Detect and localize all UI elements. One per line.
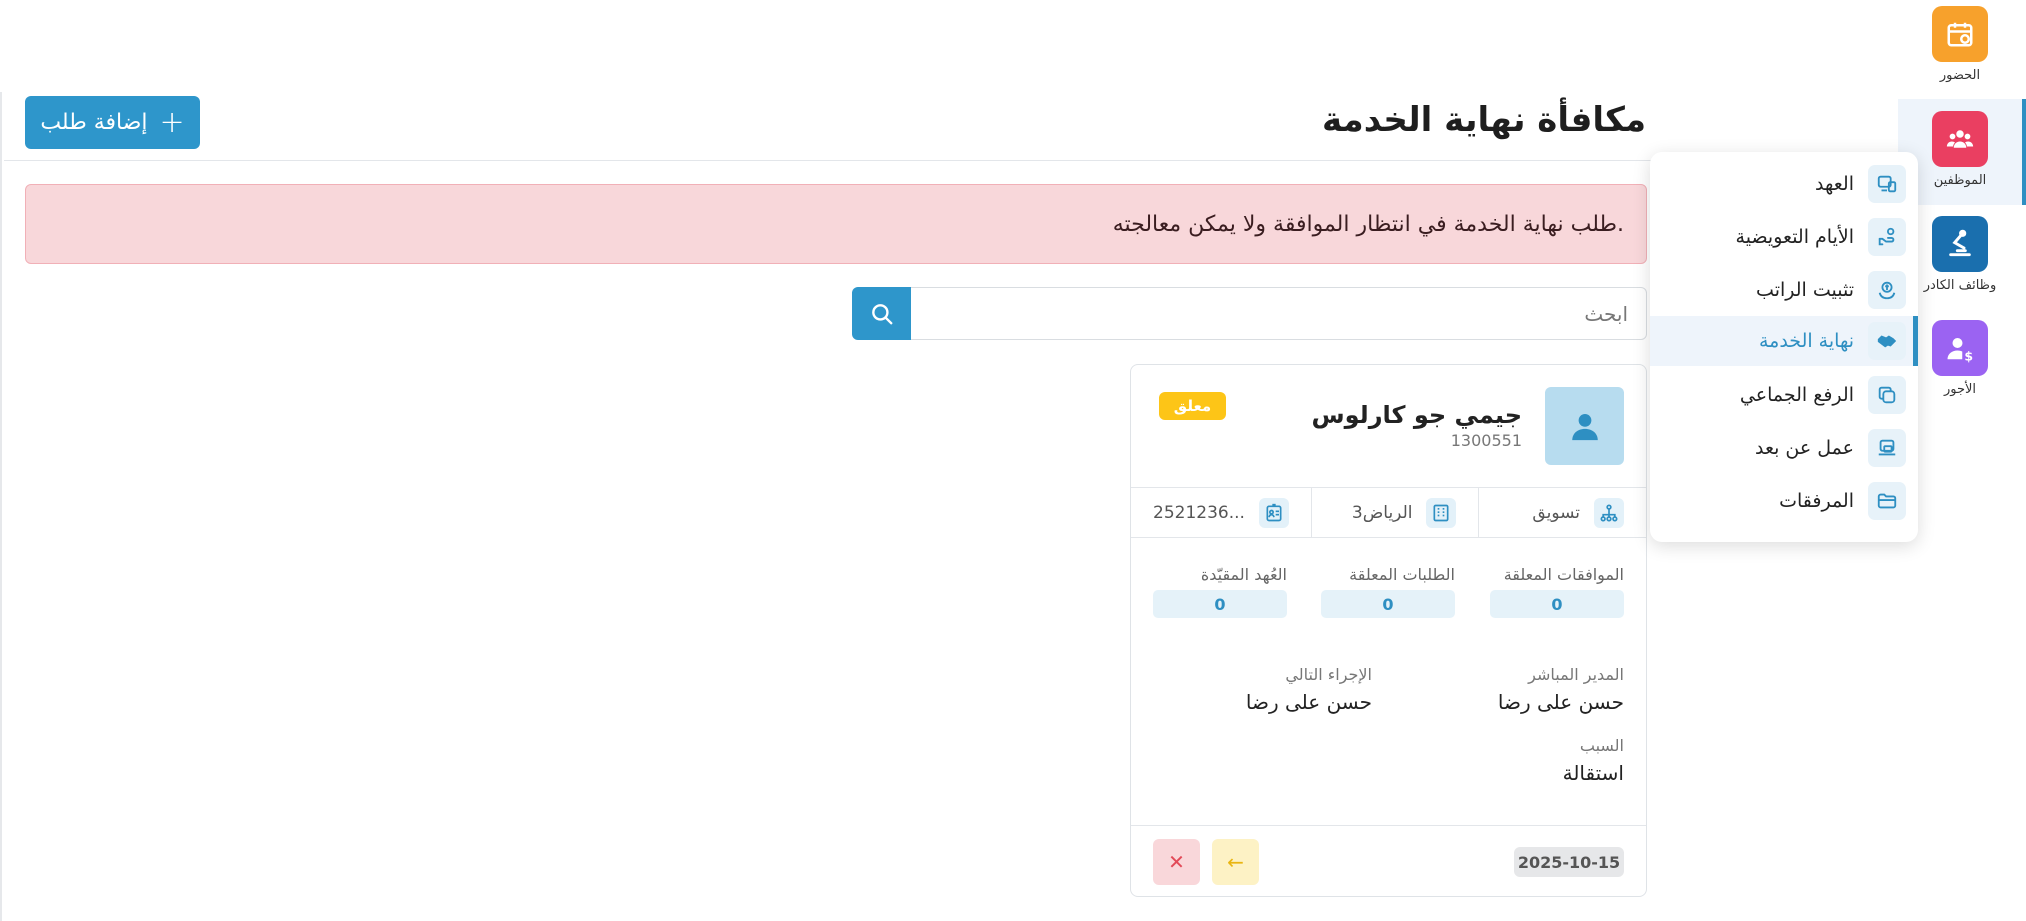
field-reason: السبب استقالة [1563, 736, 1624, 785]
stat-value: 0 [1490, 590, 1624, 618]
search-icon [871, 303, 892, 324]
add-request-button[interactable]: إضافة طلب + [25, 96, 200, 149]
pending-alert: طلب نهاية الخدمة في انتظار الموافقة ولا … [25, 184, 1647, 264]
header-divider [4, 160, 1668, 161]
submenu-label: عمل عن بعد [1754, 437, 1854, 459]
id-number-value: 2521236... [1153, 502, 1245, 523]
svg-text:$: $ [1964, 349, 1973, 364]
employee-name: جيمي جو كارلوس [1311, 401, 1522, 429]
submenu-label: العهد [1815, 173, 1854, 195]
laptop-icon [1868, 429, 1906, 467]
rail-active-indicator [2022, 99, 2026, 205]
id-card-icon [1258, 497, 1289, 528]
custody-icon [1868, 165, 1906, 203]
add-request-label: إضافة طلب [40, 110, 148, 135]
stat-label: الطلبات المعلقة [1349, 565, 1455, 584]
employee-card: جيمي جو كارلوس 1300551 معلق تسويق الرياض… [1130, 364, 1647, 897]
info-id-number: 2521236... [1131, 488, 1311, 537]
field-next-action: الإجراء التالي حسن على رضا [1246, 665, 1372, 714]
submenu-item-end-of-service[interactable]: نهاية الخدمة [1650, 316, 1918, 366]
stat-value: 0 [1153, 590, 1287, 618]
plus-icon: + [159, 104, 185, 140]
info-row: تسويق الرياض3 2521236... [1131, 487, 1646, 538]
submenu-item-salary-fixing[interactable]: تثبيت الراتب [1650, 265, 1918, 315]
date-badge: 2025-10-15 [1514, 847, 1624, 877]
calendar-icon [1932, 6, 1988, 62]
avatar [1545, 387, 1624, 465]
submenu-active-indicator [1913, 316, 1918, 366]
page-title: مكافأة نهاية الخدمة [1322, 100, 1646, 140]
field-value: استقالة [1562, 761, 1624, 785]
employee-id: 1300551 [1450, 431, 1522, 450]
rail-label: الحضور [1939, 68, 1981, 83]
employees-submenu: العهد الأيام التعويضية تثبيت الراتب نهاي… [1650, 152, 1918, 542]
field-label: السبب [1579, 736, 1624, 755]
copy-icon [1868, 376, 1906, 414]
rail-item-attendance[interactable]: الحضور [1898, 6, 2022, 83]
submenu-label: المرفقات [1779, 490, 1854, 512]
user-icon [1571, 413, 1598, 441]
field-label: الإجراء التالي [1285, 665, 1372, 684]
info-location: الرياض3 [1310, 488, 1479, 537]
submenu-label: تثبيت الراتب [1756, 279, 1854, 301]
user-dollar-icon: $ [1932, 320, 1988, 376]
submenu-item-compensatory-days[interactable]: الأيام التعويضية [1650, 212, 1918, 262]
stat-label: الموافقات المعلقة [1503, 565, 1624, 584]
submenu-item-custody[interactable]: العهد [1650, 159, 1918, 209]
users-icon [1932, 111, 1988, 167]
search-input[interactable] [910, 287, 1647, 340]
submenu-item-bulk-upload[interactable]: الرفع الجماعي [1650, 370, 1918, 420]
forward-button[interactable]: ← [1212, 839, 1259, 885]
robot-arm-icon [1932, 216, 1988, 272]
org-chart-icon [1594, 497, 1624, 528]
stat-value: 0 [1321, 590, 1455, 618]
stat-bound-custody: العُهد المقيّدة 0 [1153, 561, 1287, 618]
location-value: الرياض3 [1351, 502, 1413, 523]
status-badge: معلق [1159, 392, 1226, 420]
field-value: حسن على رضا [1245, 690, 1372, 714]
department-value: تسويق [1532, 502, 1580, 523]
close-icon: ✕ [1168, 850, 1185, 874]
submenu-label: الأيام التعويضية [1735, 226, 1854, 248]
search-button[interactable] [852, 287, 911, 340]
reject-button[interactable]: ✕ [1153, 839, 1200, 885]
handshake-icon [1868, 322, 1906, 360]
card-divider [1131, 825, 1646, 826]
field-label: المدير المباشر [1528, 665, 1624, 684]
stat-label: العُهد المقيّدة [1200, 565, 1287, 584]
building-icon [1426, 497, 1457, 528]
rail-label: الموظفين [1933, 173, 1987, 188]
hand-icon [1868, 218, 1906, 256]
submenu-label: الرفع الجماعي [1739, 384, 1854, 406]
stat-pending-approvals: الموافقات المعلقة 0 [1490, 561, 1624, 618]
field-direct-manager: المدير المباشر حسن على رضا [1498, 665, 1624, 714]
stat-pending-requests: الطلبات المعلقة 0 [1321, 561, 1455, 618]
salary-icon [1868, 271, 1906, 309]
content-border [0, 92, 2, 921]
submenu-item-remote-work[interactable]: عمل عن بعد [1650, 423, 1918, 473]
folder-icon [1868, 482, 1906, 520]
field-value: حسن على رضا [1497, 690, 1624, 714]
submenu-item-attachments[interactable]: المرفقات [1650, 476, 1918, 526]
rail-label: الأجور [1943, 382, 1977, 397]
rail-label: وظائف الكادر [1923, 278, 1997, 293]
info-department: تسويق [1478, 488, 1646, 537]
submenu-label: نهاية الخدمة [1758, 330, 1854, 352]
arrow-left-icon: ← [1227, 850, 1244, 874]
